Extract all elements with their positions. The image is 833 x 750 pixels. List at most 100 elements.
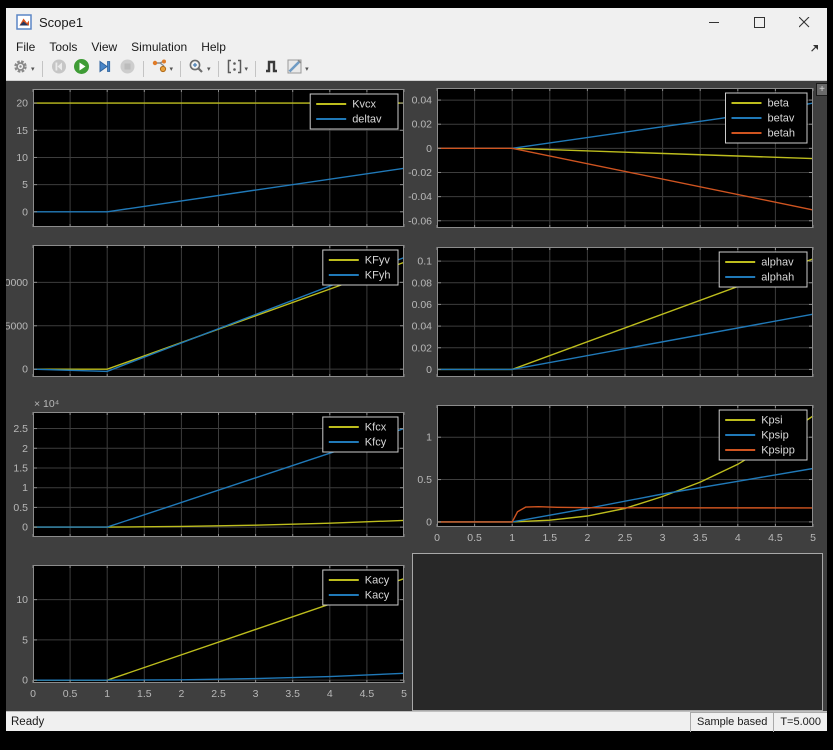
signal-selector-button[interactable]: ▾ — [149, 59, 176, 79]
maximize-axes-button[interactable]: + — [816, 83, 827, 96]
measurements-button[interactable]: ▾ — [284, 59, 311, 79]
svg-text:3.5: 3.5 — [285, 688, 300, 700]
maximize-button[interactable] — [737, 8, 782, 36]
legend: beta betav betah — [725, 92, 808, 144]
svg-text:× 10⁴: × 10⁴ — [34, 398, 59, 410]
menu-item-file[interactable]: File — [9, 38, 42, 56]
legend: Kfcx Kfcy — [322, 416, 399, 453]
svg-text:0.1: 0.1 — [417, 256, 432, 268]
svg-text:2.5: 2.5 — [211, 688, 226, 700]
fit-to-view-button[interactable]: ▾ — [224, 59, 251, 79]
svg-text:4.5: 4.5 — [360, 688, 375, 700]
svg-text:0.04: 0.04 — [412, 95, 433, 107]
trigger-icon — [263, 58, 280, 80]
plot-kfc[interactable]: 0 0.5 1 1.5 2 2.5 × 10⁴ Kfcx Kfcy — [13, 398, 405, 537]
status-sample-mode: Sample based — [690, 711, 774, 732]
svg-text:Kpsip: Kpsip — [761, 430, 789, 442]
svg-text:1: 1 — [22, 482, 28, 494]
svg-text:5: 5 — [810, 532, 816, 544]
svg-text:3: 3 — [660, 532, 666, 544]
chevron-down-icon[interactable]: ▾ — [207, 65, 211, 73]
svg-text:15: 15 — [16, 125, 28, 137]
svg-text:10: 10 — [16, 152, 28, 164]
status-time: T=5.000 — [773, 711, 827, 732]
run-button[interactable] — [71, 58, 92, 80]
toolbar-separator — [142, 60, 144, 77]
svg-text:KFyh: KFyh — [365, 270, 391, 282]
svg-text:beta: beta — [768, 98, 790, 110]
chevron-down-icon[interactable]: ▾ — [305, 65, 309, 73]
svg-text:0: 0 — [434, 532, 440, 544]
step-back-button — [48, 59, 69, 79]
svg-text:3: 3 — [253, 688, 259, 700]
legend: Kpsi Kpsip Kpsipp — [718, 409, 808, 461]
svg-text:2: 2 — [584, 532, 590, 544]
svg-text:2: 2 — [22, 443, 28, 455]
svg-text:0.5: 0.5 — [417, 474, 432, 486]
svg-text:1: 1 — [104, 688, 110, 700]
svg-text:0.5: 0.5 — [13, 502, 28, 514]
svg-text:0.02: 0.02 — [412, 342, 433, 354]
menu-item-tools[interactable]: Tools — [42, 38, 84, 56]
svg-text:1.5: 1.5 — [13, 462, 28, 474]
svg-text:betah: betah — [768, 128, 796, 140]
chevron-down-icon[interactable]: ▾ — [245, 65, 249, 73]
plot-kvcx-deltav[interactable]: 0 5 10 15 20 Kvcx deltav — [16, 89, 405, 227]
svg-text:5000: 5000 — [6, 320, 28, 332]
plot-kfy[interactable]: 0 5000 10000 KFyv KFyh — [6, 245, 405, 377]
svg-text:Kfcx: Kfcx — [365, 422, 387, 434]
svg-text:2: 2 — [178, 688, 184, 700]
settings-button[interactable]: ▾ — [10, 59, 37, 79]
zoom-button[interactable]: ▾ — [186, 59, 213, 79]
svg-text:Kacy: Kacy — [365, 575, 390, 587]
svg-text:5: 5 — [22, 179, 28, 191]
svg-text:Kfcy: Kfcy — [365, 437, 387, 449]
step-forward-button[interactable] — [94, 59, 115, 79]
zoom-icon — [188, 58, 205, 80]
svg-text:0: 0 — [22, 206, 28, 218]
svg-text:Kpsi: Kpsi — [761, 415, 782, 427]
svg-text:Kvcx: Kvcx — [352, 99, 376, 111]
empty-display-panel — [412, 553, 823, 711]
svg-text:0: 0 — [426, 364, 432, 376]
plot-alpha[interactable]: 0 0.02 0.04 0.06 0.08 0.1 alphav alphah — [412, 247, 814, 377]
run-icon — [73, 58, 90, 80]
menu-item-view[interactable]: View — [84, 38, 124, 56]
svg-text:deltav: deltav — [352, 114, 382, 126]
svg-text:0.04: 0.04 — [412, 321, 433, 333]
svg-text:4: 4 — [327, 688, 333, 700]
svg-text:0: 0 — [426, 143, 432, 155]
plot-beta[interactable]: -0.06 -0.04 -0.02 0 0.02 0.04 beta betav betah — [408, 88, 814, 228]
menu-item-help[interactable]: Help — [194, 38, 233, 56]
legend: KFyv KFyh — [322, 249, 399, 286]
minimize-button[interactable] — [692, 8, 737, 36]
svg-text:0: 0 — [22, 675, 28, 687]
scope-canvas: + 0 5 10 15 20 Kvcx deltav -0.06 -0.04 -0.02 0 0.02… — [6, 81, 827, 711]
svg-text:5: 5 — [22, 634, 28, 646]
fit-to-view-icon — [226, 58, 243, 80]
status-ready: Ready — [11, 715, 45, 728]
svg-text:3.5: 3.5 — [693, 532, 708, 544]
trigger-button[interactable] — [261, 59, 282, 79]
scope-window: Scope1 File Tools View Simulation Help ▾ ▾ ▾ ▾ ▾… — [6, 8, 827, 732]
svg-text:0.08: 0.08 — [412, 277, 433, 289]
toolbar-separator — [180, 60, 182, 77]
svg-text:-0.04: -0.04 — [408, 191, 432, 203]
svg-text:5: 5 — [401, 688, 407, 700]
chevron-down-icon[interactable]: ▾ — [31, 65, 35, 73]
plot-kpsi[interactable]: 0 0.5 1 0 0.5 1 1.5 2 2.5 3 3.5 4 4.5 5 Kpsi Kpsip Kpsip… — [417, 405, 816, 544]
plot-kacy[interactable]: 0 5 10 0 0.5 1 1.5 2 2.5 3 3.5 4 4.5 5 Kacy Kacy — [16, 565, 407, 700]
simulink-scope-icon — [16, 14, 32, 30]
svg-text:KFyv: KFyv — [365, 255, 391, 267]
svg-text:4: 4 — [735, 532, 741, 544]
svg-text:10000: 10000 — [6, 277, 28, 289]
svg-text:1.5: 1.5 — [542, 532, 557, 544]
svg-text:1.5: 1.5 — [137, 688, 152, 700]
menu-item-simulation[interactable]: Simulation — [124, 38, 194, 56]
close-button[interactable] — [782, 8, 827, 36]
svg-text:Kacy: Kacy — [365, 590, 390, 602]
statusbar: Ready Sample based T=5.000 — [6, 711, 827, 732]
chevron-down-icon[interactable]: ▾ — [170, 65, 174, 73]
titlebar: Scope1 — [6, 8, 827, 36]
dock-arrow-icon[interactable] — [810, 40, 819, 58]
